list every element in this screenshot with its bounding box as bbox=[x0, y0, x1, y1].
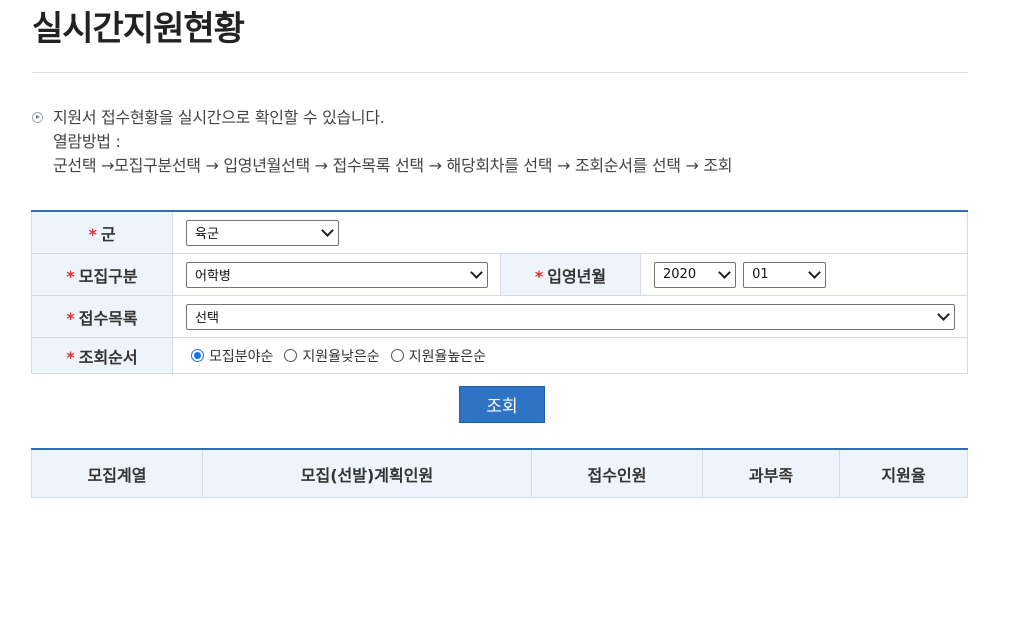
enlist-year-select[interactable]: 2020 bbox=[654, 261, 736, 288]
sort-radio-high-rate-label: 지원율높은순 bbox=[408, 348, 486, 365]
col-surplus-deficit: 과부족 bbox=[702, 448, 840, 498]
sort-order-label: * 조회순서 bbox=[31, 337, 173, 374]
receipt-list-label: * 접수목록 bbox=[31, 295, 173, 338]
results-header-row: 모집계열 모집(선발)계획인원 접수인원 과부족 지원율 bbox=[31, 448, 968, 498]
required-mark: * bbox=[88, 224, 97, 244]
branch-label: * 군 bbox=[31, 210, 173, 254]
branch-select[interactable]: 육군 bbox=[186, 219, 339, 246]
sort-radio-field-label: 모집분야순 bbox=[209, 348, 274, 365]
receipt-list-select-value: 선택 bbox=[195, 311, 219, 326]
col-application-rate: 지원율 bbox=[839, 448, 968, 498]
radio-icon bbox=[390, 349, 404, 362]
recruit-type-select[interactable]: 어학병 bbox=[186, 261, 488, 288]
radio-checked-icon bbox=[191, 349, 204, 362]
enlist-month-value: 01 bbox=[752, 267, 769, 282]
required-mark: * bbox=[66, 347, 75, 367]
sort-radio-high-rate[interactable]: 지원율높은순 bbox=[390, 346, 486, 366]
results-table: 모집계열 모집(선발)계획인원 접수인원 과부족 지원율 bbox=[31, 448, 968, 498]
search-button[interactable]: 조회 bbox=[459, 386, 545, 423]
enlist-year-value: 2020 bbox=[663, 267, 697, 282]
title-divider bbox=[32, 72, 968, 73]
required-mark: * bbox=[534, 266, 544, 286]
enlist-month-select[interactable]: 01 bbox=[743, 261, 827, 288]
sort-order-radio-group: 모집분야순 지원율낮은순 지원율높은순 bbox=[173, 346, 967, 366]
bullet-icon bbox=[32, 112, 43, 123]
page-title: 실시간지원현황 bbox=[32, 9, 245, 49]
chevron-down-icon bbox=[937, 308, 950, 321]
info-line-3: 군선택 →모집구분선택 → 입영년월선택 → 접수목록 선택 → 해당회차를 선… bbox=[53, 156, 733, 175]
enlist-month-label: * 입영년월 bbox=[500, 253, 641, 296]
sort-radio-low-rate[interactable]: 지원율낮은순 bbox=[284, 346, 380, 366]
recruit-type-select-value: 어학병 bbox=[195, 269, 231, 284]
search-form-table: * 군 육군 * 모집구분 어학병 * 입영년월 2020 01 * 접수목록 … bbox=[31, 210, 968, 374]
col-planned-count: 모집(선발)계획인원 bbox=[202, 448, 532, 498]
required-mark: * bbox=[66, 308, 75, 328]
chevron-down-icon bbox=[321, 224, 334, 237]
required-mark: * bbox=[66, 266, 75, 286]
info-line-1: 지원서 접수현황을 실시간으로 확인할 수 있습니다. bbox=[53, 108, 385, 127]
chevron-down-icon bbox=[718, 266, 731, 279]
info-line-2: 열람방법 : bbox=[53, 132, 121, 151]
col-recruit-field: 모집계열 bbox=[31, 448, 203, 498]
col-applicants: 접수인원 bbox=[531, 448, 703, 498]
branch-select-value: 육군 bbox=[195, 227, 219, 242]
recruit-type-label: * 모집구분 bbox=[31, 253, 173, 296]
receipt-list-select[interactable]: 선택 bbox=[186, 303, 955, 330]
sort-radio-low-rate-label: 지원율낮은순 bbox=[302, 348, 380, 365]
sort-radio-field[interactable]: 모집분야순 bbox=[191, 346, 273, 366]
info-box: 지원서 접수현황을 실시간으로 확인할 수 있습니다. 열람방법 : 군선택 →… bbox=[32, 106, 972, 178]
radio-icon bbox=[284, 349, 298, 362]
chevron-down-icon bbox=[808, 266, 821, 279]
chevron-down-icon bbox=[470, 266, 483, 279]
